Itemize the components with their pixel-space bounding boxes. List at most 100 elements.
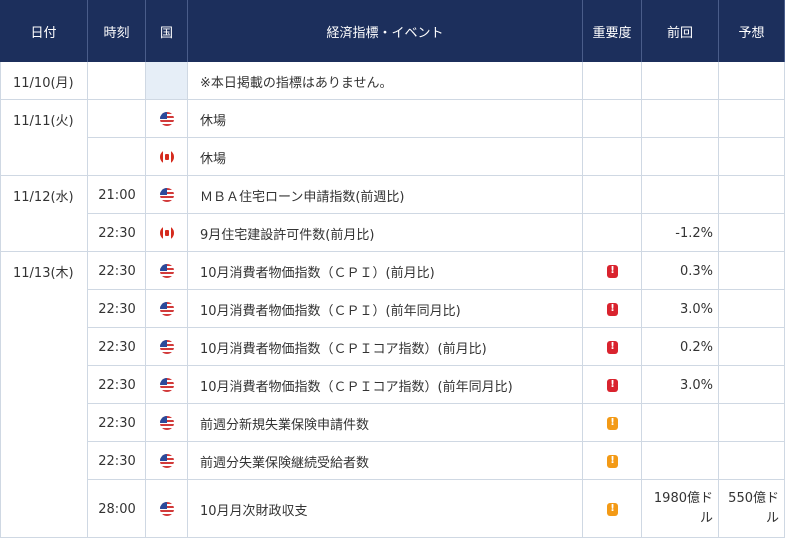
importance-mid-icon: ! (607, 416, 618, 430)
column-divider (87, 62, 88, 538)
importance-cell: ! (583, 404, 642, 442)
header-forecast: 予想 (719, 0, 785, 62)
importance-cell: ! (583, 442, 642, 480)
time-cell: 22:30 (98, 225, 136, 241)
event-name: 9月住宅建設許可件数(前月比) (200, 227, 375, 243)
canada-flag-icon (160, 226, 174, 240)
country-cell (146, 176, 188, 214)
event-name: 休場 (200, 151, 227, 167)
importance-cell: ! (583, 252, 642, 290)
importance-cell (583, 176, 642, 214)
forecast-value (719, 404, 785, 442)
country-cell (146, 442, 188, 480)
importance-mid-icon: ! (607, 502, 618, 516)
previous-value: 1980億ドル (653, 491, 713, 526)
forecast-value (719, 366, 785, 404)
forecast-value (719, 214, 785, 252)
forecast-value (719, 138, 785, 176)
column-divider (718, 62, 719, 538)
us-flag-icon (160, 416, 174, 430)
event-name: 前週分新規失業保険申請件数 (200, 417, 370, 433)
importance-mid-icon: ! (607, 454, 618, 468)
previous-value (642, 100, 719, 138)
country-cell (146, 290, 188, 328)
previous-value (642, 176, 719, 214)
previous-value: 0.3% (679, 263, 713, 279)
time-cell (88, 138, 146, 176)
importance-cell (583, 100, 642, 138)
time-cell: 22:30 (98, 301, 136, 317)
country-cell (146, 62, 188, 100)
economic-calendar-table: 日付 時刻 国 経済指標・イベント 重要度 前回 予想 11/10(月) 11/1… (0, 0, 785, 540)
table-left-border (0, 62, 1, 538)
event-name: 休場 (200, 113, 227, 129)
header-time: 時刻 (88, 0, 146, 62)
event-name: ＭＢＡ住宅ローン申請指数(前週比) (200, 189, 405, 205)
forecast-value (719, 62, 785, 100)
event-name: 10月月次財政収支 (200, 503, 308, 519)
header-country: 国 (146, 0, 188, 62)
forecast-value (719, 100, 785, 138)
event-name: 10月消費者物価指数（ＣＰＩ）(前月比) (200, 265, 435, 281)
previous-value (642, 442, 719, 480)
event-name: 10月消費者物価指数（ＣＰＩコア指数）(前月比) (200, 341, 487, 357)
event-name: ※本日掲載の指標はありません。 (200, 75, 393, 91)
date-cell: 11/13(木) (13, 266, 74, 281)
country-cell (146, 480, 188, 538)
country-cell (146, 252, 188, 290)
time-cell (88, 62, 146, 100)
previous-value: 3.0% (679, 377, 713, 393)
event-name: 10月消費者物価指数（ＣＰＩ）(前年同月比) (200, 303, 461, 319)
importance-high-icon: ! (607, 264, 618, 278)
column-divider (641, 62, 642, 538)
importance-cell: ! (583, 290, 642, 328)
event-name: 10月消費者物価指数（ＣＰＩコア指数）(前年同月比) (200, 379, 513, 395)
previous-value: 0.2% (679, 339, 713, 355)
importance-high-icon: ! (607, 378, 618, 392)
time-cell: 22:30 (98, 453, 136, 469)
time-cell: 22:30 (98, 415, 136, 431)
date-cell: 11/12(水) (13, 190, 74, 205)
importance-cell (583, 62, 642, 100)
country-cell (146, 366, 188, 404)
forecast-value: 550億ドル (728, 491, 779, 526)
time-cell: 28:00 (98, 501, 136, 517)
previous-value (642, 138, 719, 176)
country-cell (146, 100, 188, 138)
country-cell (146, 328, 188, 366)
us-flag-icon (160, 188, 174, 202)
time-cell: 22:30 (98, 339, 136, 355)
row-divider (0, 537, 785, 538)
country-cell (146, 138, 188, 176)
us-flag-icon (160, 378, 174, 392)
column-divider (582, 62, 583, 538)
forecast-value (719, 252, 785, 290)
previous-value: -1.2% (675, 225, 713, 241)
forecast-value (719, 290, 785, 328)
header-event: 経済指標・イベント (188, 0, 583, 62)
us-flag-icon (160, 112, 174, 126)
header-date: 日付 (0, 0, 88, 62)
header-importance: 重要度 (583, 0, 642, 62)
event-name: 前週分失業保険継続受給者数 (200, 455, 370, 471)
us-flag-icon (160, 454, 174, 468)
previous-value (642, 62, 719, 100)
previous-value (642, 404, 719, 442)
date-cell: 11/10(月) (13, 76, 74, 91)
importance-high-icon: ! (607, 302, 618, 316)
forecast-value (719, 328, 785, 366)
importance-cell (583, 214, 642, 252)
date-cell: 11/11(火) (13, 114, 74, 129)
importance-cell: ! (583, 328, 642, 366)
time-cell: 22:30 (98, 377, 136, 393)
canada-flag-icon (160, 150, 174, 164)
importance-cell (583, 138, 642, 176)
us-flag-icon (160, 340, 174, 354)
header-previous: 前回 (642, 0, 719, 62)
country-cell (146, 404, 188, 442)
forecast-value (719, 176, 785, 214)
us-flag-icon (160, 302, 174, 316)
importance-high-icon: ! (607, 340, 618, 354)
column-divider (187, 62, 188, 538)
forecast-value (719, 442, 785, 480)
